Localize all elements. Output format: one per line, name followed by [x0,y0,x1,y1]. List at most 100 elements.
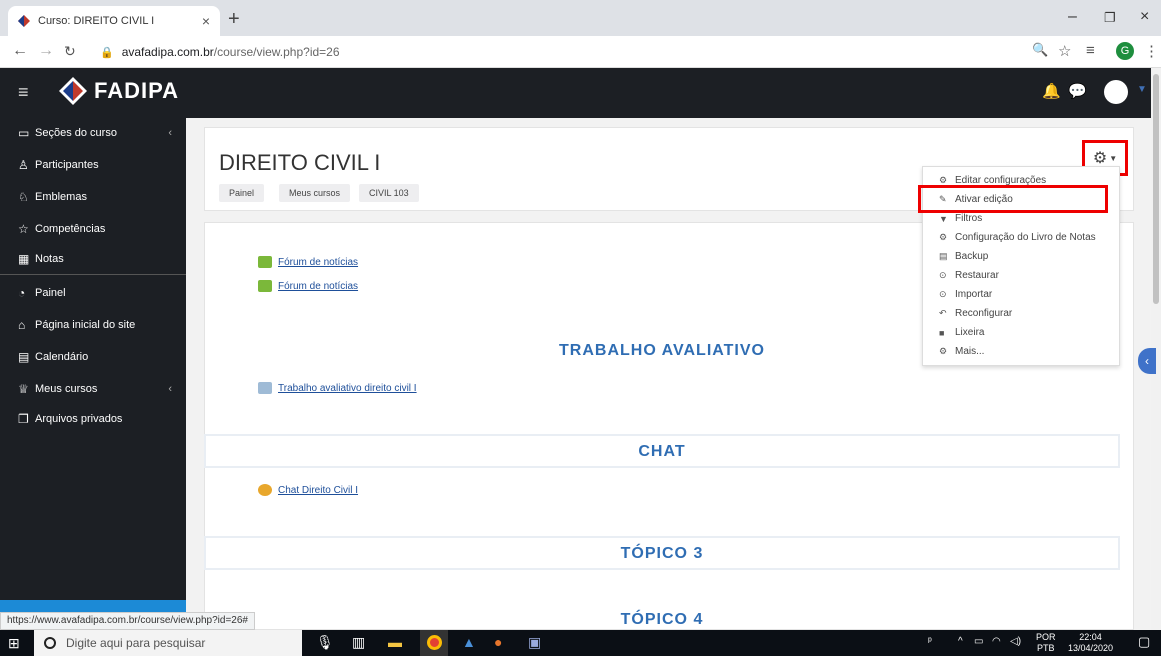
users-icon: ♙ [18,158,29,172]
sidebar-item-badges[interactable]: ♘ Emblemas [18,190,178,204]
activity-forum[interactable]: Fórum de notícias [258,280,358,292]
activity-assignment[interactable]: Trabalho avaliativo direito civil I [258,382,417,394]
new-tab-button[interactable]: + [228,8,240,30]
chrome-icon [426,635,442,650]
task-view-icon[interactable]: ▥ [352,634,365,651]
activity-forum[interactable]: Fórum de notícias [258,256,358,268]
restore-icon: ⊙ [939,270,947,280]
url-field[interactable]: 🔒 avafadipa.com.br/course/view.php?id=26 [100,40,1060,64]
browser-tab-bar: Curso: DIREITO CIVIL I × + – ❐ × [0,0,1161,36]
hamburger-menu-icon[interactable]: ≡ [18,82,29,103]
menu-item-restore[interactable]: ⊙ Restaurar [939,270,999,281]
fadipa-favicon-icon [18,15,30,27]
language-indicator[interactable]: POR PTB [1036,632,1056,654]
language-code: POR [1036,632,1056,642]
breadcrumb-course[interactable]: CIVIL 103 [359,184,419,202]
taskbar-clock[interactable]: 22:04 13/04/2020 [1068,632,1113,654]
sidebar-item-label: Painel [35,287,66,299]
volume-icon[interactable]: ◁) [1010,636,1021,647]
messages-icon[interactable]: 💬 [1068,82,1087,100]
menu-item-label: Mais... [955,346,985,357]
site-logo[interactable]: FADIPA [58,76,179,106]
bookmark-star-icon[interactable]: ☆ [1058,42,1071,60]
windows-taskbar: ⊞ Digite aqui para pesquisar 🎙 ▥ ▬ ▲ ● ▣… [0,630,1161,656]
breadcrumb-painel[interactable]: Painel [219,184,265,202]
menu-item-more[interactable]: ⚙ Mais... [939,346,984,357]
menu-item-label: Backup [955,251,989,262]
block-drawer-toggle[interactable]: ‹ [1138,348,1156,374]
battery-icon[interactable]: ▭ [974,636,983,647]
menu-item-filters[interactable]: ▼ Filtros [939,213,982,224]
app-icon[interactable]: ▣ [528,634,541,651]
sidebar-item-label: Notas [35,253,64,265]
clock-time: 22:04 [1079,632,1102,642]
activity-link[interactable]: Fórum de notícias [278,281,358,292]
fadipa-logo-icon [59,77,87,105]
tab-close-icon[interactable]: × [202,13,210,29]
activity-link[interactable]: Fórum de notícias [278,257,358,268]
minimize-icon[interactable]: – [1068,8,1077,26]
menu-item-import[interactable]: ⊙ Importar [939,289,992,300]
notification-center-icon[interactable]: ▢ [1138,634,1150,650]
zoom-icon[interactable]: 🔍 [1032,42,1048,58]
user-menu-caret-icon[interactable]: ▼ [1137,84,1147,95]
microphone-icon[interactable]: 🎙 [316,634,334,651]
activity-chat[interactable]: Chat Direito Civil I [258,484,358,496]
sidebar-item-label: Seções do curso [35,127,117,139]
taskbar-search[interactable]: Digite aqui para pesquisar [34,630,302,656]
sidebar-item-competencies[interactable]: ☆ Competências [18,222,178,236]
menu-item-backup[interactable]: ▤ Backup [939,251,988,262]
star-icon: ☆ [18,222,29,236]
sidebar-item-private-files[interactable]: ❐ Arquivos privados [18,412,178,426]
breadcrumb-meus-cursos[interactable]: Meus cursos [279,184,351,202]
tray-chevron-icon[interactable]: ^ [958,636,963,647]
notifications-bell-icon[interactable]: 🔔 [1042,82,1061,100]
clock-date: 13/04/2020 [1068,643,1114,653]
user-avatar[interactable] [1104,80,1128,104]
reading-list-icon[interactable]: ≡ [1086,42,1095,59]
search-placeholder: Digite aqui para pesquisar [66,636,206,650]
people-icon[interactable]: ᵖ [928,636,932,647]
menu-item-label: Reconfigurar [955,308,1013,319]
restore-window-icon[interactable]: ❐ [1104,10,1116,26]
browser-tab[interactable]: Curso: DIREITO CIVIL I × [8,6,220,36]
gear-icon: ⚙ [1092,150,1108,167]
sidebar-item-dashboard[interactable]: ◔ Painel [18,286,178,300]
activity-link[interactable]: Chat Direito Civil I [278,485,358,496]
forward-icon[interactable]: → [38,42,54,60]
windows-start-icon[interactable]: ⊞ [8,635,20,652]
profile-avatar[interactable]: G [1116,42,1134,60]
address-bar-row: ← → ↻ 🔒 avafadipa.com.br/course/view.php… [0,36,1161,68]
keyboard-layout: PTB [1037,643,1055,653]
wifi-icon[interactable]: ◠ [992,636,1001,647]
sidebar-item-calendar[interactable]: ▤ Calendário [18,350,178,364]
sidebar-item-participants[interactable]: ♙ Participantes [18,158,178,172]
folder-icon: ▭ [18,126,30,140]
sidebar-item-label: Meus cursos [35,383,98,395]
calendar-icon: ▤ [18,350,30,364]
menu-item-recycle-bin[interactable]: ■ Lixeira [939,327,984,338]
firefox-icon[interactable]: ● [494,634,502,650]
app-icon[interactable]: ▲ [462,634,476,650]
sidebar-item-my-courses[interactable]: ♕ Meus cursos ‹ [18,382,178,396]
sidebar-item-label: Participantes [35,159,99,171]
file-explorer-icon[interactable]: ▬ [388,634,402,650]
badge-icon: ♘ [18,190,29,204]
highlight-annotation-box [918,185,1108,213]
chrome-taskbar-item[interactable] [420,630,448,656]
sidebar-item-site-home[interactable]: ⌂ Página inicial do site [18,318,178,332]
back-icon[interactable]: ← [12,42,28,60]
sidebar-item-grades[interactable]: ▦ Notas [18,252,178,266]
section-title: TÓPICO 4 [620,611,704,628]
scrollbar-thumb[interactable] [1153,74,1159,304]
menu-item-gradebook-setup[interactable]: ⚙ Configuração do Livro de Notas [939,232,1096,243]
sidebar-item-course-sections[interactable]: ▭ Seções do curso ‹ [18,126,178,140]
url-path: /course/view.php?id=26 [213,45,340,59]
chevron-left-icon: ‹ [168,383,172,395]
activity-link[interactable]: Trabalho avaliativo direito civil I [278,383,417,394]
chevron-left-icon: ‹ [168,127,172,139]
reload-icon[interactable]: ↻ [64,43,76,60]
browser-menu-icon[interactable]: ⋮ [1144,42,1159,60]
close-window-icon[interactable]: × [1140,8,1149,26]
menu-item-reset[interactable]: ↶ Reconfigurar [939,308,1012,319]
